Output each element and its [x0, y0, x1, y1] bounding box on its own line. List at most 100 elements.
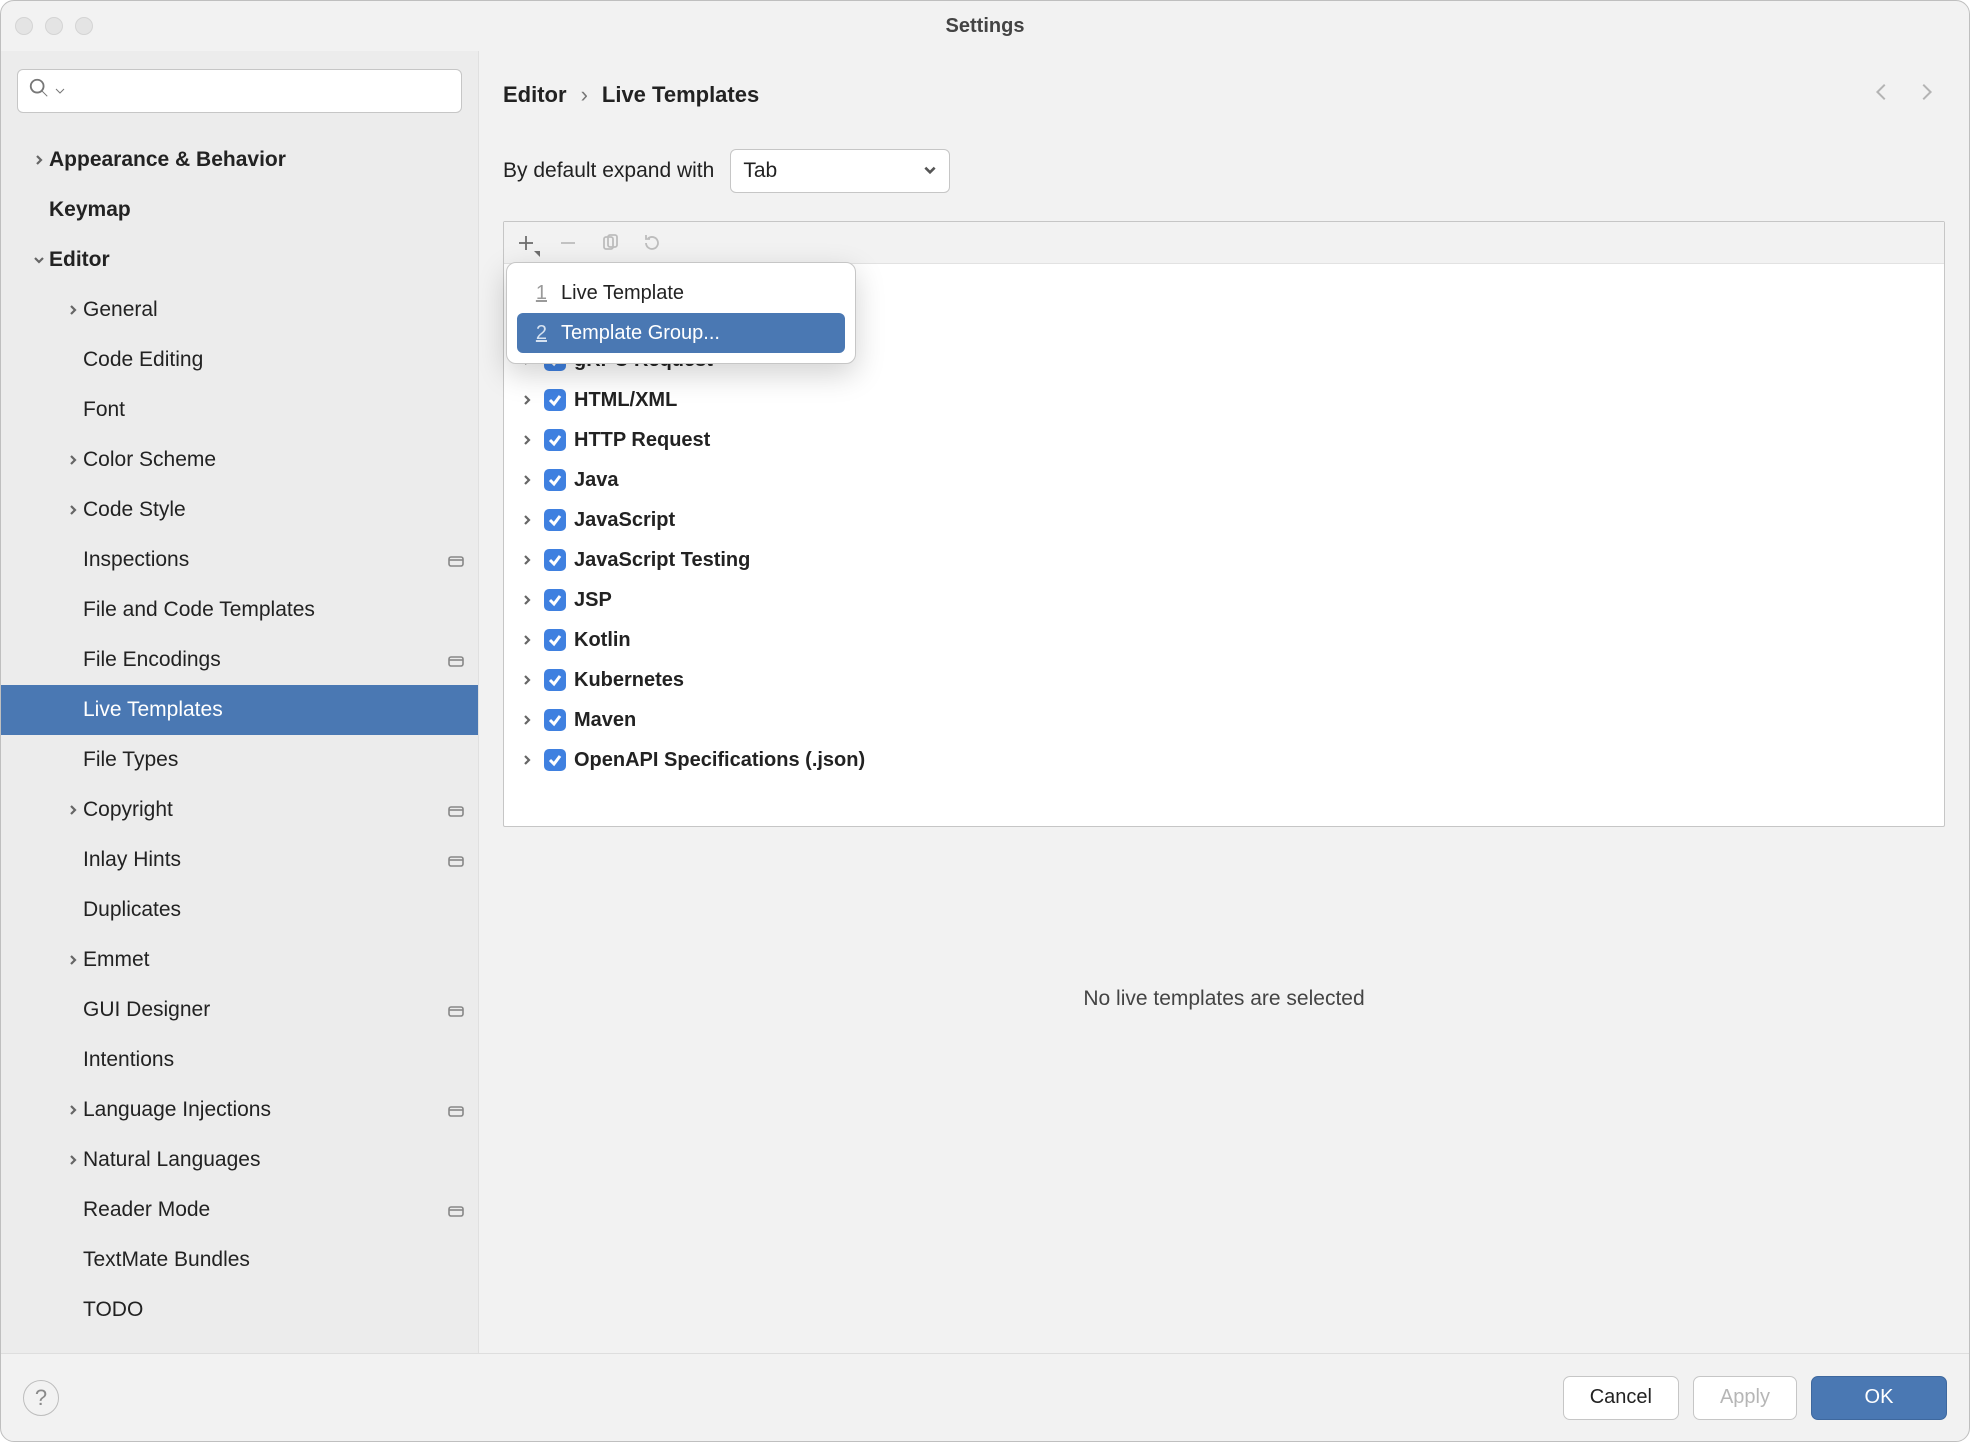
expand-arrow-icon[interactable]	[518, 594, 536, 606]
sidebar-item-label: Editor	[49, 248, 446, 272]
template-group-html-xml[interactable]: HTML/XML	[504, 380, 1944, 420]
expand-arrow-icon[interactable]	[518, 434, 536, 446]
template-group-javascript[interactable]: JavaScript	[504, 500, 1944, 540]
sidebar-item-label: Intentions	[83, 1048, 446, 1072]
sidebar-item-label: Reader Mode	[83, 1198, 446, 1222]
sidebar-item-label: Emmet	[83, 948, 446, 972]
sidebar-item-textmate-bundles[interactable]: TextMate Bundles	[1, 1235, 478, 1285]
expand-arrow-icon[interactable]	[518, 394, 536, 406]
template-group-jsp[interactable]: JSP	[504, 580, 1944, 620]
zoom-window-icon[interactable]	[75, 17, 93, 35]
sidebar-item-reader-mode[interactable]: Reader Mode	[1, 1185, 478, 1235]
sidebar-item-font[interactable]: Font	[1, 385, 478, 435]
scope-badge-icon	[446, 803, 466, 817]
sidebar-item-live-templates[interactable]: Live Templates	[1, 685, 478, 735]
remove-button	[558, 233, 578, 253]
sidebar-item-color-scheme[interactable]: Color Scheme	[1, 435, 478, 485]
search-input[interactable]	[70, 80, 451, 103]
sidebar-item-label: Code Style	[83, 498, 446, 522]
add-button[interactable]	[516, 233, 536, 253]
sidebar-item-duplicates[interactable]: Duplicates	[1, 885, 478, 935]
sidebar-item-code-style[interactable]: Code Style	[1, 485, 478, 535]
template-group-javascript-testing[interactable]: JavaScript Testing	[504, 540, 1944, 580]
sidebar-item-emmet[interactable]: Emmet	[1, 935, 478, 985]
sidebar-item-keymap[interactable]: Keymap	[1, 185, 478, 235]
sidebar-item-editor[interactable]: Editor	[1, 235, 478, 285]
expand-arrow-icon	[63, 304, 83, 316]
group-checkbox[interactable]	[544, 709, 566, 731]
template-group-openapi-specifications-json-[interactable]: OpenAPI Specifications (.json)	[504, 740, 1944, 780]
expand-arrow-icon[interactable]	[518, 674, 536, 686]
ok-button[interactable]: OK	[1811, 1376, 1947, 1420]
expand-arrow-icon	[63, 1104, 83, 1116]
sidebar-item-file-types[interactable]: File Types	[1, 735, 478, 785]
cancel-button[interactable]: Cancel	[1563, 1376, 1679, 1420]
minimize-window-icon[interactable]	[45, 17, 63, 35]
template-group-http-request[interactable]: HTTP Request	[504, 420, 1944, 460]
group-checkbox[interactable]	[544, 469, 566, 491]
group-checkbox[interactable]	[544, 589, 566, 611]
breadcrumb-root[interactable]: Editor	[503, 82, 567, 108]
scope-badge-icon	[446, 553, 466, 567]
expand-arrow-icon[interactable]	[518, 634, 536, 646]
templates-panel: 1Live Template2Template Group... gRPC Re…	[503, 221, 1945, 827]
scope-badge-icon	[446, 1203, 466, 1217]
titlebar: Settings	[1, 1, 1969, 51]
group-checkbox[interactable]	[544, 669, 566, 691]
sidebar-item-label: Language Injections	[83, 1098, 446, 1122]
add-popup: 1Live Template2Template Group...	[506, 262, 856, 364]
settings-search[interactable]	[17, 69, 462, 113]
nav-back-button[interactable]	[1871, 81, 1893, 109]
template-group-kubernetes[interactable]: Kubernetes	[504, 660, 1944, 700]
close-window-icon[interactable]	[15, 17, 33, 35]
settings-tree: Appearance & Behavior Keymap Editor General…	[1, 121, 478, 1353]
sidebar-item-inlay-hints[interactable]: Inlay Hints	[1, 835, 478, 885]
settings-main: Editor › Live Templates By default expan…	[479, 51, 1969, 1353]
sidebar-item-inspections[interactable]: Inspections	[1, 535, 478, 585]
help-button[interactable]: ?	[23, 1380, 59, 1416]
expand-arrow-icon	[63, 804, 83, 816]
expand-arrow-icon[interactable]	[518, 714, 536, 726]
sidebar-item-appearance-behavior[interactable]: Appearance & Behavior	[1, 135, 478, 185]
group-label: JSP	[574, 589, 612, 612]
sidebar-item-language-injections[interactable]: Language Injections	[1, 1085, 478, 1135]
sidebar-item-general[interactable]: General	[1, 285, 478, 335]
expand-with-value: Tab	[743, 159, 777, 183]
nav-forward-button[interactable]	[1915, 81, 1937, 109]
expand-arrow-icon	[63, 1154, 83, 1166]
sidebar-item-label: Natural Languages	[83, 1148, 446, 1172]
dialog-footer: ? Cancel Apply OK	[1, 1353, 1969, 1441]
sidebar-item-gui-designer[interactable]: GUI Designer	[1, 985, 478, 1035]
sidebar-item-label: Keymap	[49, 198, 446, 222]
expand-arrow-icon[interactable]	[518, 474, 536, 486]
group-label: HTML/XML	[574, 389, 677, 412]
group-checkbox[interactable]	[544, 509, 566, 531]
expand-with-select[interactable]: Tab	[730, 149, 950, 193]
dialog-title: Settings	[1, 15, 1969, 38]
sidebar-item-file-encodings[interactable]: File Encodings	[1, 635, 478, 685]
group-checkbox[interactable]	[544, 389, 566, 411]
settings-sidebar: Appearance & Behavior Keymap Editor General…	[1, 51, 479, 1353]
group-checkbox[interactable]	[544, 429, 566, 451]
sidebar-item-intentions[interactable]: Intentions	[1, 1035, 478, 1085]
group-checkbox[interactable]	[544, 549, 566, 571]
group-checkbox[interactable]	[544, 629, 566, 651]
chevron-down-icon	[923, 159, 937, 183]
group-checkbox[interactable]	[544, 749, 566, 771]
template-group-kotlin[interactable]: Kotlin	[504, 620, 1944, 660]
window-controls	[15, 17, 93, 35]
search-history-icon[interactable]	[54, 80, 66, 103]
popup-item-live-template[interactable]: 1Live Template	[517, 273, 845, 313]
sidebar-item-todo[interactable]: TODO	[1, 1285, 478, 1335]
popup-item-template-group-[interactable]: 2Template Group...	[517, 313, 845, 353]
sidebar-item-code-editing[interactable]: Code Editing	[1, 335, 478, 385]
expand-arrow-icon[interactable]	[518, 514, 536, 526]
expand-arrow-icon[interactable]	[518, 754, 536, 766]
template-group-maven[interactable]: Maven	[504, 700, 1944, 740]
expand-arrow-icon[interactable]	[518, 554, 536, 566]
sidebar-item-natural-languages[interactable]: Natural Languages	[1, 1135, 478, 1185]
sidebar-item-file-and-code-templates[interactable]: File and Code Templates	[1, 585, 478, 635]
template-group-java[interactable]: Java	[504, 460, 1944, 500]
sidebar-item-copyright[interactable]: Copyright	[1, 785, 478, 835]
expand-arrow-icon	[29, 154, 49, 166]
